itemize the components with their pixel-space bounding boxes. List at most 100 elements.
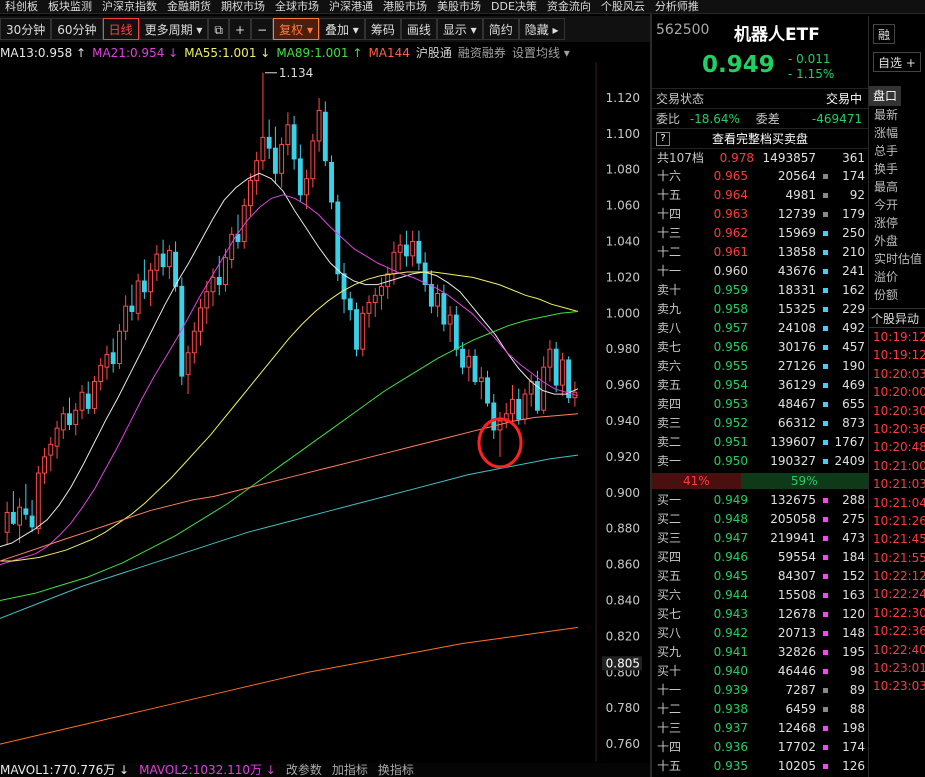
toolbar-button[interactable]: + xyxy=(229,18,252,40)
order-dot-icon xyxy=(823,345,828,350)
toolbar-button[interactable]: 叠加 ▾ xyxy=(318,18,365,40)
toolbar-button[interactable]: 日线 xyxy=(102,18,139,40)
toolbar-button[interactable]: 显示 ▾ xyxy=(436,18,483,40)
stock-alert-title[interactable]: 个股异动 xyxy=(869,308,925,328)
toolbar-button[interactable]: 复权 ▾ xyxy=(273,18,319,40)
ask-book: 十六 0.965 20564 174 十五 0.964 4981 92 十四 0.963 12739… xyxy=(652,167,868,471)
ma-line-ma55 xyxy=(0,271,579,562)
toolbar-button[interactable]: − xyxy=(251,18,274,40)
nav-item[interactable]: 沪深港通 xyxy=(324,0,378,13)
alert-time[interactable]: 10:20:30 xyxy=(869,402,925,420)
order-dot-icon xyxy=(823,402,828,407)
candle-body xyxy=(559,359,565,386)
toolbar-button[interactable]: 筹码 xyxy=(364,18,401,40)
alert-time[interactable]: 10:21:45 xyxy=(869,530,925,548)
order-level-label: 十四 xyxy=(657,207,682,221)
full-book-link[interactable]: ? 查看完整档买卖盘 xyxy=(652,128,868,148)
toolbar-button[interactable]: ⧉ xyxy=(208,18,229,40)
candle-body xyxy=(466,355,472,368)
toolbar-button[interactable]: 60分钟 xyxy=(51,18,103,40)
nav-item[interactable]: 期权市场 xyxy=(216,0,270,13)
order-row: 买一 0.949 132675 288 xyxy=(652,491,868,510)
order-volume: 4981 xyxy=(785,188,816,202)
candle-body xyxy=(23,508,29,515)
sidebar-tabs: 盘口 xyxy=(869,86,925,106)
candle-body xyxy=(92,380,97,409)
alert-time[interactable]: 10:22:40 xyxy=(869,641,925,659)
alert-time[interactable]: 10:21:03 xyxy=(869,475,925,493)
alert-time[interactable]: 10:22:24 xyxy=(869,585,925,603)
alert-time[interactable]: 10:21:00 xyxy=(869,457,925,475)
margin-button[interactable]: 融 xyxy=(873,24,896,44)
candle-body xyxy=(73,409,79,426)
alert-time[interactable]: 10:20:00 xyxy=(869,383,925,401)
alert-time[interactable]: 10:22:30 xyxy=(869,604,925,622)
candle-body xyxy=(553,348,559,386)
toolbar-button[interactable]: 隐藏 ▸ xyxy=(518,18,565,40)
detail-label: 份额 xyxy=(874,288,899,302)
nav-item[interactable]: 金融期货 xyxy=(162,0,216,13)
order-price: 0.940 xyxy=(713,664,748,678)
order-level-label: 十六 xyxy=(657,169,682,183)
weicha-value: -469471 xyxy=(811,112,862,126)
candle-body xyxy=(10,512,16,524)
toolbar-button[interactable]: 简约 xyxy=(482,18,519,40)
ma-legend-item: 沪股通 xyxy=(415,46,452,60)
toolbar-button[interactable]: 更多周期 ▾ xyxy=(138,18,209,40)
nav-item[interactable]: 个股风云 xyxy=(596,0,650,13)
alert-time[interactable]: 10:22:12 xyxy=(869,567,925,585)
order-level-label: 买三 xyxy=(657,531,682,545)
toolbar-button[interactable]: 30分钟 xyxy=(0,18,52,40)
nav-item[interactable]: 美股市场 xyxy=(432,0,486,13)
nav-item[interactable]: 沪深京指数 xyxy=(97,0,162,13)
order-row: 十六 0.965 20564 174 xyxy=(652,167,868,186)
ma-legend-item: MA144 xyxy=(368,46,410,60)
order-level-label: 卖七 xyxy=(657,340,682,354)
order-count: 469 xyxy=(842,378,865,392)
candlestick-chart[interactable]: 1.120 1.100 1.080 1.060 1.040 1.020 1.000 0.980… xyxy=(0,62,650,762)
order-level-label: 买五 xyxy=(657,569,682,583)
nav-item[interactable]: 港股市场 xyxy=(378,0,432,13)
help-icon[interactable]: ? xyxy=(656,132,670,146)
toolbar-button[interactable]: 画线 xyxy=(400,18,437,40)
alert-time[interactable]: 10:19:12 xyxy=(869,328,925,346)
order-count: 241 xyxy=(842,264,865,278)
alert-time[interactable]: 10:23:03 xyxy=(869,677,925,695)
nav-item[interactable]: 全球市场 xyxy=(270,0,324,13)
order-dot-icon xyxy=(823,288,828,293)
high-marker-label: 1.134 xyxy=(279,66,313,80)
order-price: 0.943 xyxy=(713,607,748,621)
alert-time[interactable]: 10:21:55 xyxy=(869,549,925,567)
alert-time[interactable]: 10:19:12 xyxy=(869,346,925,364)
order-dot-icon xyxy=(823,650,828,655)
order-count: 126 xyxy=(842,759,865,773)
volume-legend-item[interactable]: 加指标 xyxy=(332,763,368,777)
volume-legend-item[interactable]: 改参数 xyxy=(286,763,322,777)
alert-time[interactable]: 10:21:04 xyxy=(869,494,925,512)
alert-time[interactable]: 10:21:26 xyxy=(869,512,925,530)
detail-label: 涨幅 xyxy=(874,126,899,140)
nav-item[interactable]: 资金流向 xyxy=(542,0,596,13)
full-book-label[interactable]: 查看完整档买卖盘 xyxy=(712,132,808,146)
nav-item[interactable]: 板块监测 xyxy=(43,0,97,13)
order-volume: 59554 xyxy=(777,550,816,564)
order-dot-icon xyxy=(823,212,828,217)
candle-body xyxy=(4,512,10,533)
nav-item[interactable]: 分析师推 xyxy=(650,0,704,13)
alert-time[interactable]: 10:20:48 xyxy=(869,438,925,456)
alert-time[interactable]: 10:23:01 xyxy=(869,659,925,677)
alert-time[interactable]: 10:20:03 xyxy=(869,365,925,383)
tab-pankou[interactable]: 盘口 xyxy=(869,86,902,106)
alert-time[interactable]: 10:22:36 xyxy=(869,622,925,640)
candle-body xyxy=(335,201,341,275)
weibi-label: 委比 xyxy=(656,112,681,126)
nav-item[interactable]: DDE决策 xyxy=(486,0,542,13)
order-price: 0.949 xyxy=(713,493,748,507)
order-row: 十二 0.961 13858 210 xyxy=(652,243,868,262)
y-tick-label: 0.900 xyxy=(606,486,640,500)
y-tick-label: 1.100 xyxy=(606,127,640,141)
nav-item[interactable]: 科创板 xyxy=(0,0,43,13)
add-watchlist-button[interactable]: 自选 + xyxy=(873,52,921,72)
alert-time[interactable]: 10:20:36 xyxy=(869,420,925,438)
volume-legend-item[interactable]: 换指标 xyxy=(378,763,414,777)
